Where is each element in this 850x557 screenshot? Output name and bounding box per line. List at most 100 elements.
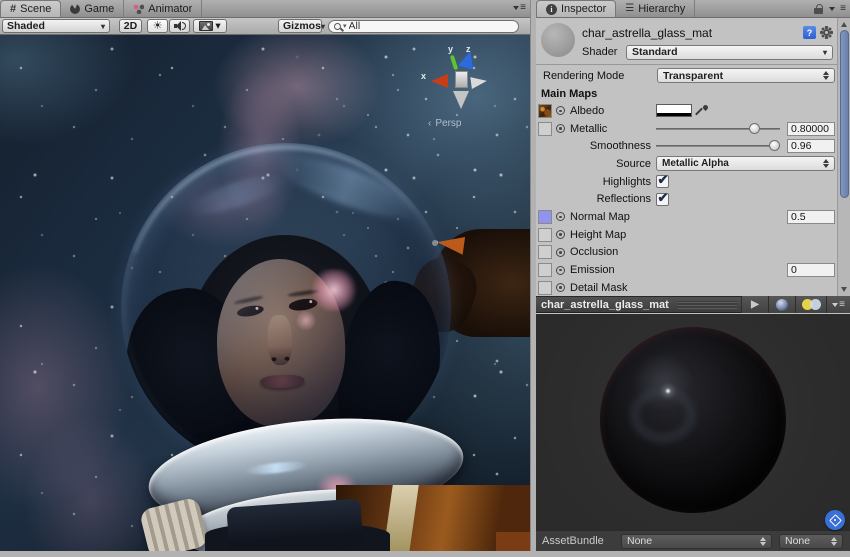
- height-map-target-icon[interactable]: [556, 230, 565, 239]
- tab-scene[interactable]: # Scene: [0, 0, 61, 17]
- scene-pane-menu-icon[interactable]: ≡: [513, 4, 526, 12]
- tab-scene-label: Scene: [20, 3, 51, 15]
- 2d-toggle-button[interactable]: 2D: [119, 19, 142, 33]
- scene-orientation-gizmo[interactable]: x y z ‹ Persp: [424, 48, 498, 134]
- smoothness-value-field[interactable]: 0.96: [787, 139, 835, 153]
- metallic-texture-thumb[interactable]: [538, 122, 552, 136]
- scrollbar-up-icon[interactable]: [841, 22, 847, 27]
- metallic-slider-handle[interactable]: [749, 123, 760, 134]
- speaker-icon: [173, 20, 187, 32]
- inspector-tabbar: i Inspector ☰ Hierarchy ≡: [536, 0, 850, 18]
- reflections-checkbox[interactable]: ✔: [656, 193, 669, 206]
- occlusion-target-icon[interactable]: [556, 248, 565, 257]
- source-label: Source: [616, 158, 651, 170]
- emission-label: Emission: [570, 264, 615, 276]
- albedo-texture-thumb[interactable]: [538, 104, 552, 118]
- rendering-mode-value: Transparent: [663, 70, 723, 82]
- emission-texture-thumb[interactable]: [538, 263, 552, 277]
- pane-menu-lines-icon: ≡: [840, 5, 846, 13]
- preview-menu-button[interactable]: ≡: [826, 296, 850, 313]
- asset-labels-icon[interactable]: [825, 510, 845, 530]
- gizmo-x-axis[interactable]: [431, 74, 448, 88]
- normal-map-value-field[interactable]: 0.5: [787, 210, 835, 224]
- tab-game[interactable]: Game: [61, 0, 124, 17]
- search-input[interactable]: [349, 20, 499, 32]
- tab-inspector-label: Inspector: [561, 3, 606, 15]
- assetbundle-variant-dropdown[interactable]: None: [779, 534, 843, 549]
- rendering-mode-dropdown[interactable]: Transparent: [657, 68, 835, 83]
- occlusion-texture-thumb[interactable]: [538, 245, 552, 259]
- scene-tabbar: # Scene Game Animator ≡: [0, 0, 530, 18]
- reflections-label: Reflections: [597, 193, 651, 205]
- hierarchy-list-icon: ☰: [625, 3, 634, 14]
- game-icon: [70, 4, 80, 14]
- highlights-checkbox[interactable]: ✔: [656, 175, 669, 188]
- detail-mask-target-icon[interactable]: [556, 283, 565, 292]
- height-map-texture-thumb[interactable]: [538, 228, 552, 242]
- emission-target-icon[interactable]: [556, 266, 565, 275]
- pane-menu-icon[interactable]: [829, 7, 835, 11]
- material-preview-thumb[interactable]: [541, 23, 575, 57]
- preview-header[interactable]: char_astrella_glass_mat ▶ ≡: [536, 296, 850, 313]
- gizmo-center-cube[interactable]: [455, 71, 468, 88]
- chevron-down-icon: ▾: [101, 22, 105, 31]
- check-icon: ✔: [658, 172, 669, 188]
- draw-mode-dropdown[interactable]: Shaded ▾: [2, 19, 110, 33]
- scene-search-field[interactable]: ▾: [328, 20, 519, 33]
- scene-viewport[interactable]: x y z ‹ Persp: [0, 35, 530, 551]
- gizmos-dropdown[interactable]: Gizmos ▾: [278, 19, 322, 33]
- scene-audio-toggle[interactable]: [169, 19, 190, 33]
- tab-hierarchy[interactable]: ☰ Hierarchy: [616, 0, 695, 17]
- gizmo-neg-axis-down[interactable]: [453, 91, 469, 109]
- scene-lighting-toggle[interactable]: ☀: [147, 19, 168, 33]
- normal-map-target-icon[interactable]: [556, 212, 565, 221]
- normal-map-texture-thumb[interactable]: [538, 210, 552, 224]
- material-name: char_astrella_glass_mat: [582, 26, 799, 40]
- source-dropdown[interactable]: Metallic Alpha: [656, 156, 835, 171]
- inspector-scrollbar[interactable]: [837, 18, 850, 296]
- assetbundle-dropdown[interactable]: None: [621, 534, 772, 549]
- preview-play-button[interactable]: ▶: [741, 296, 768, 313]
- lock-icon[interactable]: [814, 4, 824, 14]
- inspector-pane-menu[interactable]: ≡: [814, 4, 846, 14]
- gizmo-y-label: y: [448, 44, 453, 54]
- albedo-color-swatch[interactable]: [656, 104, 692, 117]
- gizmo-y-axis[interactable]: [450, 55, 458, 71]
- preview-lighting-button[interactable]: [795, 296, 826, 313]
- help-icon[interactable]: ?: [803, 26, 816, 39]
- reflections-row: Reflections ✔: [536, 190, 837, 208]
- scene-effects-dropdown[interactable]: ▾: [193, 19, 227, 33]
- metallic-target-icon[interactable]: [556, 124, 565, 133]
- draw-mode-value: Shaded: [7, 20, 45, 32]
- eyedropper-icon[interactable]: [696, 104, 709, 117]
- emission-value-field[interactable]: 0: [787, 263, 835, 277]
- shader-dropdown[interactable]: Standard ▾: [626, 45, 833, 60]
- 2d-toggle-label: 2D: [124, 20, 137, 32]
- tab-inspector[interactable]: i Inspector: [536, 0, 616, 17]
- material-inspector: char_astrella_glass_mat ? Shader Standar…: [536, 18, 837, 296]
- tab-game-label: Game: [84, 3, 114, 15]
- search-icon: [334, 23, 341, 30]
- chevron-down-icon: ▾: [321, 22, 325, 31]
- metallic-slider[interactable]: [656, 122, 780, 136]
- scrollbar-thumb[interactable]: [840, 30, 849, 198]
- normal-map-label: Normal Map: [570, 211, 630, 223]
- detail-mask-texture-thumb[interactable]: [538, 281, 552, 295]
- gizmo-persp-toggle[interactable]: ‹ Persp: [428, 118, 461, 129]
- info-icon: i: [546, 4, 557, 15]
- gear-icon[interactable]: [820, 26, 833, 39]
- highlights-row: Highlights ✔: [536, 173, 837, 191]
- scrollbar-down-icon[interactable]: [841, 287, 847, 292]
- occlusion-row: Occlusion: [536, 244, 837, 262]
- gizmo-neg-axis-right[interactable]: [470, 75, 488, 89]
- preview-drag-handle[interactable]: [678, 301, 737, 309]
- material-preview-area[interactable]: [536, 314, 850, 530]
- smoothness-slider-handle[interactable]: [769, 140, 780, 151]
- albedo-target-icon[interactable]: [556, 106, 565, 115]
- preview-mesh-button[interactable]: [768, 296, 795, 313]
- tab-animator[interactable]: Animator: [124, 0, 202, 17]
- lights-icon: [802, 299, 821, 310]
- metallic-value-field[interactable]: 0.80000: [787, 122, 835, 136]
- smoothness-slider[interactable]: [656, 139, 780, 153]
- albedo-label: Albedo: [570, 105, 604, 117]
